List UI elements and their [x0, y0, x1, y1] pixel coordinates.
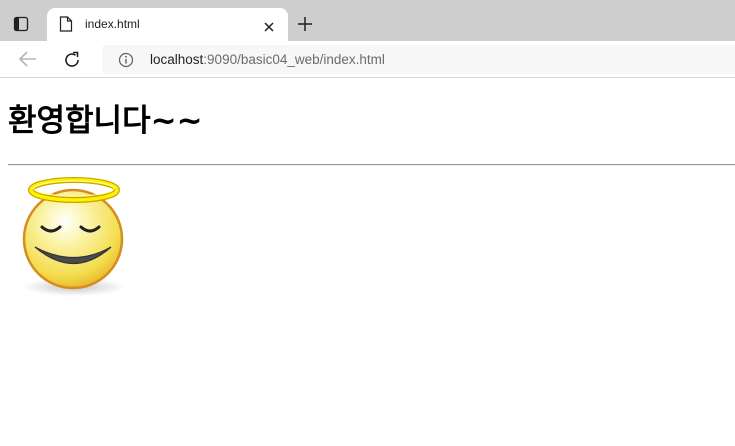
- page-content: 환영합니다~~: [0, 79, 735, 446]
- page-heading: 환영합니다~~: [8, 103, 203, 139]
- reload-icon[interactable]: [62, 50, 82, 70]
- horizontal-rule: [8, 164, 735, 166]
- tab-strip: index.html: [0, 0, 735, 41]
- url-host: localhost: [150, 52, 204, 67]
- url-path: :9090/basic04_web/index.html: [203, 52, 385, 67]
- document-icon: [59, 16, 73, 32]
- info-icon[interactable]: [118, 52, 134, 68]
- back-arrow-icon[interactable]: [18, 50, 38, 68]
- tab-actions-icon[interactable]: [13, 16, 29, 32]
- angel-smiley-icon: [18, 176, 130, 298]
- address-bar[interactable]: localhost:9090/basic04_web/index.html: [102, 45, 735, 74]
- new-tab-icon[interactable]: [297, 16, 313, 32]
- close-icon[interactable]: [263, 18, 275, 32]
- url-text[interactable]: localhost:9090/basic04_web/index.html: [150, 52, 385, 68]
- browser-toolbar: localhost:9090/basic04_web/index.html: [0, 41, 735, 78]
- tab-index-html[interactable]: index.html: [47, 8, 288, 41]
- tab-title: index.html: [85, 17, 140, 31]
